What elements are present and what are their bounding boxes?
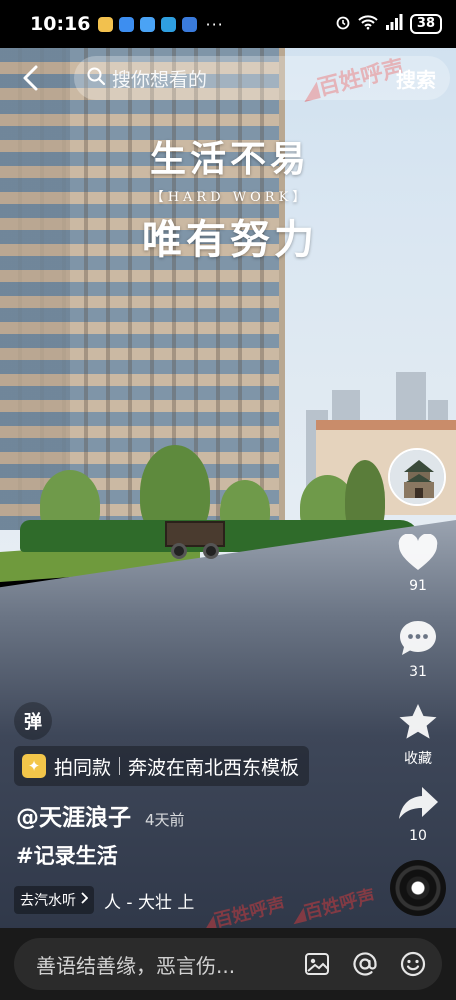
signal-icon <box>385 14 403 34</box>
cart <box>165 515 225 563</box>
favorite-label: 收藏 <box>404 751 432 767</box>
comment-button[interactable]: 31 <box>392 618 444 680</box>
search-placeholder: 搜你想看的 <box>112 68 208 91</box>
author-name[interactable]: @天涯浪子 <box>16 798 131 832</box>
search-button[interactable]: 搜索 <box>396 64 436 93</box>
post-time: 4天前 <box>145 811 185 829</box>
emoji-icon[interactable] <box>398 949 428 979</box>
template-label: 拍同款 <box>54 756 112 779</box>
comment-count: 31 <box>409 664 427 680</box>
video-overlay-text: 生活不易 【HARD WORK】 唯有努力 <box>120 130 340 265</box>
notification-app-icon <box>182 16 198 32</box>
status-bar: 10:16 ··· 38 <box>0 0 456 48</box>
template-divider <box>119 757 121 775</box>
status-time: 10:16 <box>30 13 91 35</box>
star-icon <box>397 704 439 746</box>
sparkle-icon: ✦ <box>22 754 46 778</box>
like-button[interactable]: 91 <box>392 533 444 594</box>
battery-icon: 38 <box>409 14 442 34</box>
template-chip[interactable]: ✦ 拍同款 奔波在南北西东模板 <box>14 746 310 786</box>
share-button[interactable]: 10 <box>392 784 444 844</box>
share-arrow-icon <box>396 787 440 826</box>
chevron-right-icon <box>80 892 89 908</box>
notification-app-icon <box>98 16 114 32</box>
comment-icon <box>397 621 439 662</box>
author-row: @天涯浪子 4天前 <box>16 798 185 832</box>
overlay-line-3: 唯有努力 <box>142 216 318 263</box>
notification-app-icon <box>119 16 135 32</box>
notification-app-icon <box>161 16 177 32</box>
search-input[interactable]: 搜你想看的 搜索 <box>74 56 450 100</box>
heart-icon <box>397 533 439 576</box>
wifi-icon <box>358 14 378 34</box>
music-title: 人 - 大壮 上 <box>104 892 195 913</box>
music-row[interactable]: 去汽水听 人 - 大壮 上 <box>14 886 194 914</box>
more-notifications-icon: ··· <box>205 14 224 34</box>
music-disc-icon[interactable] <box>390 860 446 916</box>
search-icon <box>86 66 106 90</box>
author-avatar[interactable] <box>388 448 446 506</box>
overlay-line-1: 生活不易 <box>149 138 310 180</box>
search-divider <box>369 68 370 88</box>
alarm-icon <box>335 14 351 34</box>
mention-icon[interactable] <box>350 949 380 979</box>
comment-input[interactable]: 善语结善缘，恶言伤... <box>14 938 442 990</box>
qishui-label: 去汽水听 <box>20 893 76 909</box>
back-icon[interactable] <box>16 63 46 93</box>
favorite-button[interactable]: 收藏 <box>392 702 444 768</box>
danmaku-toggle[interactable]: 弹 <box>14 702 52 740</box>
overlay-line-2: 【HARD WORK】 <box>150 190 310 205</box>
qishui-listen-button[interactable]: 去汽水听 <box>14 886 94 914</box>
hashtag-link[interactable]: #记录生活 <box>16 840 118 870</box>
like-count: 91 <box>409 578 427 594</box>
search-row: 搜你想看的 搜索 <box>0 52 456 104</box>
notification-app-icon <box>140 16 156 32</box>
comment-bar: 善语结善缘，恶言伤... <box>0 928 456 1000</box>
template-name: 奔波在南北西东模板 <box>128 756 300 779</box>
share-count: 10 <box>409 828 427 844</box>
comment-placeholder: 善语结善缘，恶言伤... <box>36 953 236 978</box>
image-icon[interactable] <box>302 949 332 979</box>
